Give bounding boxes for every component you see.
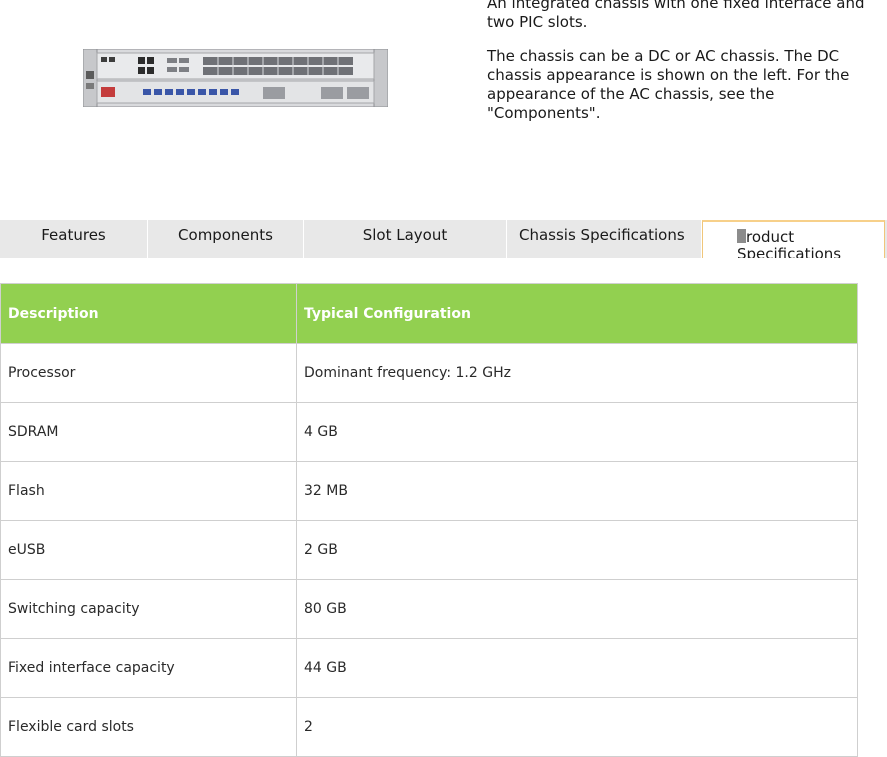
tab-slot-layout[interactable]: Slot Layout (304, 220, 507, 258)
tab-components-label: Components (178, 226, 273, 244)
intro-line-2: The chassis can be a DC or AC chassis. T… (487, 47, 850, 122)
tab-slot-layout-label: Slot Layout (362, 226, 448, 244)
row-description: Fixed interface capacity (0, 638, 297, 698)
column-header-description: Description (0, 283, 297, 344)
chassis-image (83, 49, 388, 107)
row-description: Switching capacity (0, 579, 297, 639)
tab-chassis-specifications[interactable]: Chassis Specifications (507, 220, 702, 258)
tab-features[interactable]: Features (0, 220, 148, 258)
tab-components[interactable]: Components (148, 220, 304, 258)
table-row: Fixed interface capacity 44 GB (0, 638, 858, 698)
specification-table: Description Typical Configuration Proces… (0, 283, 858, 757)
table-row: Switching capacity 80 GB (0, 579, 858, 639)
row-value: 44 GB (296, 638, 858, 698)
row-value: 32 MB (296, 461, 858, 521)
table-row: Flash 32 MB (0, 461, 858, 521)
row-description: Flash (0, 461, 297, 521)
tab-chassis-specifications-label: Chassis Specifications (519, 226, 685, 244)
table-row: Processor Dominant frequency: 1.2 GHz (0, 343, 858, 403)
tab-product-specifications-label: roduct Specifications (737, 228, 842, 259)
table-row: Flexible card slots 2 (0, 697, 858, 757)
row-value: 2 (296, 697, 858, 757)
tab-features-label: Features (41, 226, 106, 244)
table-row: eUSB 2 GB (0, 520, 858, 580)
intro-line-1: An integrated chassis with one fixed int… (487, 0, 865, 31)
row-description: eUSB (0, 520, 297, 580)
row-value: 80 GB (296, 579, 858, 639)
column-header-typical-configuration: Typical Configuration (296, 283, 858, 344)
tab-bar: Features Components Slot Layout Chassis … (0, 220, 887, 258)
table-row: SDRAM 4 GB (0, 402, 858, 462)
row-description: Processor (0, 343, 297, 403)
table-header-row: Description Typical Configuration (0, 283, 858, 344)
text-cursor (737, 229, 746, 243)
row-value: 4 GB (296, 402, 858, 462)
row-value: Dominant frequency: 1.2 GHz (296, 343, 858, 403)
row-description: SDRAM (0, 402, 297, 462)
intro-text: An integrated chassis with one fixed int… (487, 0, 882, 138)
row-value: 2 GB (296, 520, 858, 580)
row-description: Flexible card slots (0, 697, 297, 757)
tab-product-specifications[interactable]: roduct Specifications (702, 220, 885, 258)
